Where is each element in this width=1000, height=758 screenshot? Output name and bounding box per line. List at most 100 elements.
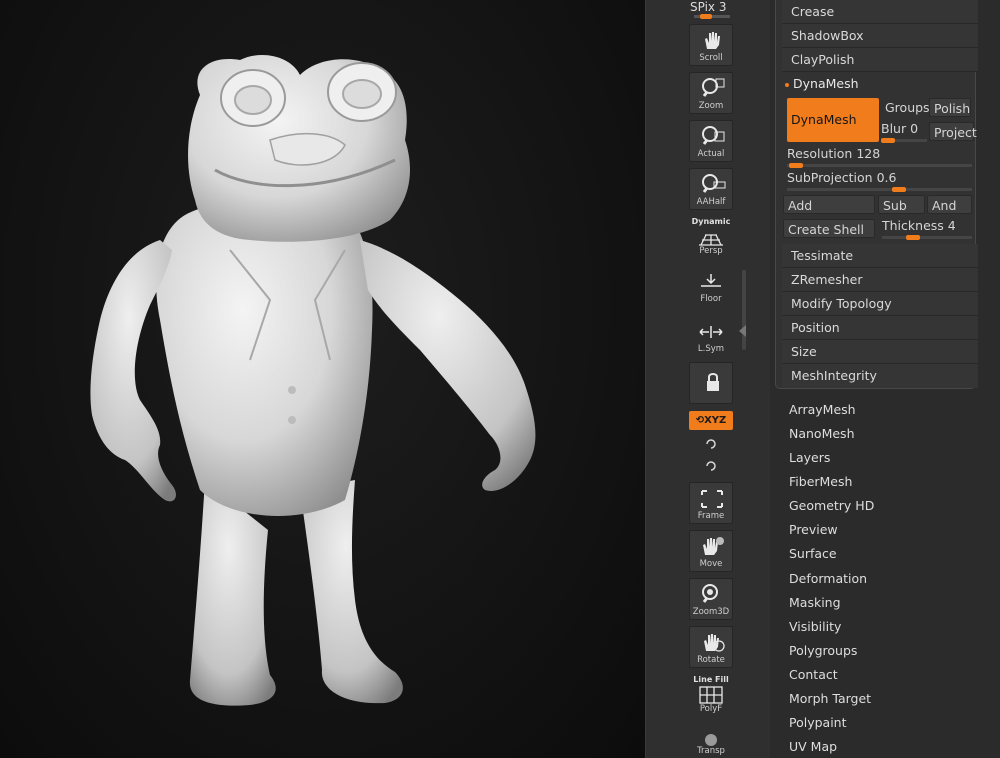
collapse-arrow-icon[interactable]	[739, 325, 746, 337]
tool-palette: Crease ShadowBox ClayPolish DynaMesh Dyn…	[770, 0, 1000, 758]
subprojection-label: SubProjection	[787, 170, 873, 185]
move-label: Move	[699, 559, 723, 569]
dynamesh-button[interactable]: DynaMesh	[787, 98, 879, 142]
dynamesh-header-label: DynaMesh	[793, 76, 859, 91]
lsym-button[interactable]: L.Sym	[689, 314, 733, 356]
local-lock-button[interactable]	[689, 362, 733, 404]
modify-topology-row[interactable]: Modify Topology	[782, 292, 978, 316]
project-toggle[interactable]: Project	[929, 122, 977, 141]
dynamesh-header[interactable]: DynaMesh	[782, 72, 978, 96]
floor-button[interactable]: Floor	[689, 264, 733, 306]
menu-uv-map[interactable]: UV Map	[789, 739, 837, 754]
persp-button[interactable]: Dynamic Persp	[689, 216, 733, 258]
floor-icon	[701, 274, 721, 287]
blur-label: Blur	[881, 121, 907, 136]
move-hand-icon	[703, 537, 724, 555]
transp-label: Transp	[697, 746, 725, 756]
rotate-label: Rotate	[697, 655, 725, 665]
menu-preview[interactable]: Preview	[789, 522, 838, 537]
create-shell-button[interactable]: Create Shell	[783, 219, 875, 238]
zoom3d-button[interactable]: Zoom3D	[689, 578, 733, 620]
shelf-scrollbar[interactable]	[742, 270, 746, 350]
line-fill-label: Line Fill	[693, 675, 729, 684]
rotate-axis-icon: ⟲	[695, 415, 705, 426]
meshintegrity-row[interactable]: MeshIntegrity	[782, 364, 978, 388]
symmetry-arrows-icon	[699, 326, 723, 338]
resolution-slider[interactable]: Resolution 128	[787, 146, 972, 168]
magnifier-icon	[702, 78, 725, 97]
rotate-icon	[704, 634, 725, 652]
z-rotate-icon[interactable]	[704, 459, 718, 473]
crease-row[interactable]: Crease	[782, 0, 978, 24]
menu-nanomesh[interactable]: NanoMesh	[789, 426, 855, 441]
scroll-label: Scroll	[699, 53, 723, 63]
shadowbox-row[interactable]: ShadowBox	[782, 24, 978, 48]
aahalf-label: AAHalf	[696, 197, 726, 207]
move-button[interactable]: Move	[689, 530, 733, 572]
zremesher-row[interactable]: ZRemesher	[782, 268, 978, 292]
menu-geometry-hd[interactable]: Geometry HD	[789, 498, 874, 513]
scroll-button[interactable]: Scroll	[689, 24, 733, 66]
spix-slider[interactable]: SPix 3	[690, 0, 734, 19]
menu-arraymesh[interactable]: ArrayMesh	[789, 402, 856, 417]
subprojection-value: 0.6	[876, 170, 897, 185]
polyf-button[interactable]: Line Fill PolyF	[689, 674, 733, 716]
lock-icon	[707, 373, 719, 391]
sculpted-frog-model	[90, 55, 536, 706]
open-indicator-icon	[785, 82, 789, 87]
polish-toggle[interactable]: Polish	[929, 98, 971, 117]
spix-label: SPix	[690, 0, 716, 14]
zoom-label: Zoom	[698, 101, 724, 111]
dynamic-label: Dynamic	[691, 217, 731, 226]
blur-value: 0	[910, 121, 919, 136]
claypolish-row[interactable]: ClayPolish	[782, 48, 978, 72]
size-row[interactable]: Size	[782, 340, 978, 364]
subprojection-slider[interactable]: SubProjection 0.6	[787, 170, 972, 192]
blur-slider[interactable]: Blur 0	[881, 121, 927, 143]
rotate-button[interactable]: Rotate	[689, 626, 733, 668]
actual-button[interactable]: Actual	[689, 120, 733, 162]
add-button[interactable]: Add	[783, 195, 875, 214]
right-shelf: SPix 3 Scroll Zoom Actual AAHalf Dynamic…	[646, 0, 770, 758]
persp-label: Persp	[699, 246, 723, 256]
menu-layers[interactable]: Layers	[789, 450, 830, 465]
frame-icon	[701, 490, 723, 508]
floor-label: Floor	[700, 294, 722, 304]
frame-label: Frame	[697, 511, 725, 521]
menu-contact[interactable]: Contact	[789, 667, 838, 682]
frame-button[interactable]: Frame	[689, 482, 733, 524]
position-row[interactable]: Position	[782, 316, 978, 340]
y-rotate-icon[interactable]	[704, 437, 718, 451]
menu-fibermesh[interactable]: FiberMesh	[789, 474, 852, 489]
hand-icon	[705, 32, 720, 49]
canvas-viewport[interactable]	[0, 0, 646, 758]
tessimate-row[interactable]: Tessimate	[782, 244, 978, 268]
zoom3d-label: Zoom3D	[692, 607, 730, 617]
resolution-value: 128	[856, 146, 881, 161]
menu-surface[interactable]: Surface	[789, 546, 837, 561]
menu-masking[interactable]: Masking	[789, 595, 841, 610]
thickness-value: 4	[947, 218, 956, 233]
aahalf-button[interactable]: AAHalf	[689, 168, 733, 210]
zoom-button[interactable]: Zoom	[689, 72, 733, 114]
transp-button[interactable]: Transp	[689, 724, 733, 758]
resolution-label: Resolution	[787, 146, 853, 161]
thickness-slider[interactable]: Thickness 4	[882, 218, 972, 240]
polyf-label: PolyF	[699, 704, 723, 714]
menu-polypaint[interactable]: Polypaint	[789, 715, 847, 730]
xyz-label: XYZ	[704, 415, 727, 426]
menu-morph-target[interactable]: Morph Target	[789, 691, 871, 706]
magnifier-icon	[702, 174, 726, 193]
menu-visibility[interactable]: Visibility	[789, 619, 841, 634]
menu-polygroups[interactable]: Polygroups	[789, 643, 857, 658]
magnifier-icon	[702, 126, 725, 145]
actual-label: Actual	[697, 149, 725, 159]
xyz-rotate-button[interactable]: ⟲XYZ	[689, 411, 733, 430]
spix-value: 3	[718, 0, 727, 14]
and-button[interactable]: And	[927, 195, 972, 214]
geometry-subpalette: Crease ShadowBox ClayPolish DynaMesh Dyn…	[775, 0, 978, 389]
lsym-label: L.Sym	[697, 344, 725, 354]
sub-button[interactable]: Sub	[878, 195, 925, 214]
menu-deformation[interactable]: Deformation	[789, 571, 867, 586]
groups-toggle[interactable]: Groups	[881, 98, 930, 117]
